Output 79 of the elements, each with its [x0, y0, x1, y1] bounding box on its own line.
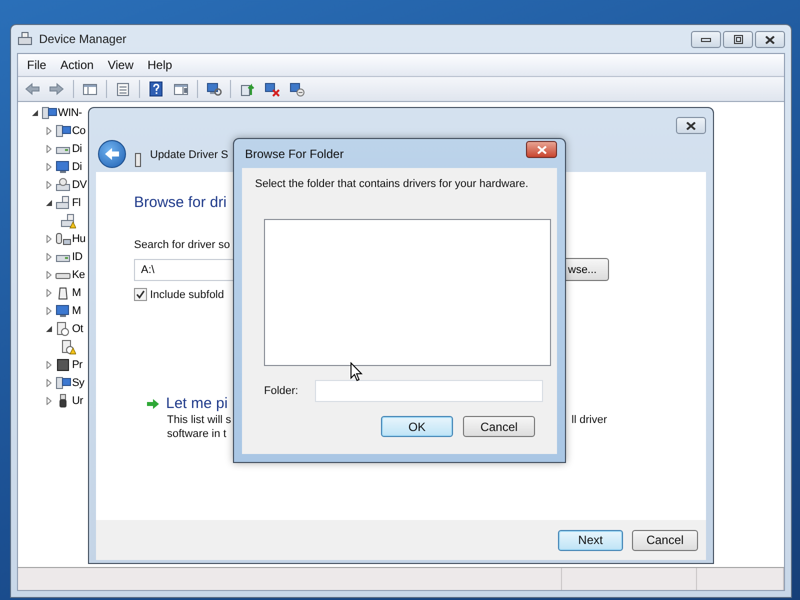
- close-icon: [686, 122, 696, 130]
- tree-item-label[interactable]: Sy: [72, 377, 84, 389]
- unknown-device-icon: [60, 339, 76, 355]
- drive-icon: [55, 177, 71, 193]
- close-icon: [765, 36, 775, 44]
- pane-icon: [82, 81, 98, 97]
- browse-button[interactable]: wse...: [566, 258, 609, 281]
- properties-icon: [115, 81, 131, 97]
- cancel-button[interactable]: Cancel: [632, 530, 698, 550]
- window-title: Device Manager: [39, 32, 126, 46]
- menu-item[interactable]: Help: [140, 56, 180, 74]
- path-field[interactable]: A:\: [134, 258, 233, 280]
- computer-icon: [55, 123, 71, 139]
- tree-item-label[interactable]: ID: [72, 251, 82, 263]
- back-arrow-icon: [104, 147, 120, 161]
- option-description: ll driver: [572, 414, 607, 426]
- cancel-button[interactable]: Cancel: [463, 416, 535, 437]
- unknown-device-icon: [55, 321, 71, 337]
- page-heading: Browse for dri: [134, 194, 228, 211]
- window-title: Update Driver S: [150, 149, 228, 161]
- dialog-title: Browse For Folder: [245, 146, 344, 160]
- back-button[interactable]: [98, 140, 126, 168]
- tree-item-label[interactable]: M: [72, 305, 81, 317]
- tree-item-label[interactable]: Ot: [72, 323, 84, 335]
- close-button[interactable]: [755, 31, 785, 48]
- back-arrow-icon: [24, 81, 40, 97]
- next-button[interactable]: Next: [558, 530, 623, 550]
- computer-icon: [55, 375, 71, 391]
- menu-item[interactable]: File: [20, 56, 54, 74]
- close-button[interactable]: [676, 117, 706, 134]
- tree-item-label[interactable]: DV: [72, 179, 87, 191]
- monitor-icon: [55, 159, 71, 175]
- menu-item[interactable]: Action: [53, 56, 101, 74]
- computer-icon: [41, 105, 57, 121]
- option-description: software in t: [167, 428, 226, 440]
- monitor-icon: [55, 303, 71, 319]
- option-description: This list will s: [167, 414, 232, 426]
- tree-item-label[interactable]: Co: [72, 125, 86, 137]
- check-icon: [136, 290, 145, 299]
- dialog-prompt: Select the folder that contains drivers for your hardware.: [255, 178, 530, 190]
- close-button[interactable]: [526, 141, 557, 158]
- arrow-icon: [146, 398, 160, 410]
- floppy-drive-icon: [60, 213, 76, 229]
- tree-item-label[interactable]: WIN-: [58, 107, 82, 119]
- device-manager-icon: [17, 31, 33, 47]
- tree-item-label[interactable]: Di: [72, 161, 82, 173]
- menu-item[interactable]: View: [100, 56, 140, 74]
- maximize-icon: [734, 35, 742, 44]
- field-label: Folder:: [264, 385, 300, 397]
- checkbox-label: Include subfold: [150, 288, 224, 300]
- tree-item-label[interactable]: M: [72, 287, 81, 299]
- disable-device-icon: [289, 81, 305, 97]
- tree-item-label[interactable]: Ke: [72, 269, 85, 281]
- input-device-icon: [55, 231, 71, 247]
- monitor-scan-icon: [206, 81, 222, 97]
- tree-item-label[interactable]: Hu: [72, 233, 86, 245]
- floppy-drive-icon: [55, 195, 71, 211]
- tree-item-label[interactable]: Pr: [72, 359, 82, 371]
- tree-item-label[interactable]: Di: [72, 143, 82, 155]
- update-driver-icon: [239, 81, 255, 97]
- close-icon: [536, 146, 546, 154]
- chip-icon: [55, 357, 71, 373]
- help-icon: [148, 81, 164, 97]
- maximize-button[interactable]: [723, 31, 753, 48]
- forward-arrow-icon: [49, 81, 65, 97]
- tree-item-label[interactable]: Ur: [72, 395, 84, 407]
- tree-item-label[interactable]: Fl: [72, 197, 81, 209]
- field-label: Search for driver so: [134, 239, 231, 251]
- uninstall-icon: [264, 81, 280, 97]
- cursor-icon: [350, 362, 363, 382]
- checkbox[interactable]: [134, 288, 147, 301]
- folder-field[interactable]: [315, 380, 543, 402]
- option-link[interactable]: Let me pi: [166, 395, 228, 412]
- pane-icon: [173, 81, 189, 97]
- device-icon: [133, 152, 143, 168]
- folder-tree[interactable]: [264, 219, 551, 366]
- minimize-icon: [701, 38, 711, 42]
- ok-button[interactable]: OK: [381, 416, 453, 437]
- minimize-button[interactable]: [691, 31, 721, 48]
